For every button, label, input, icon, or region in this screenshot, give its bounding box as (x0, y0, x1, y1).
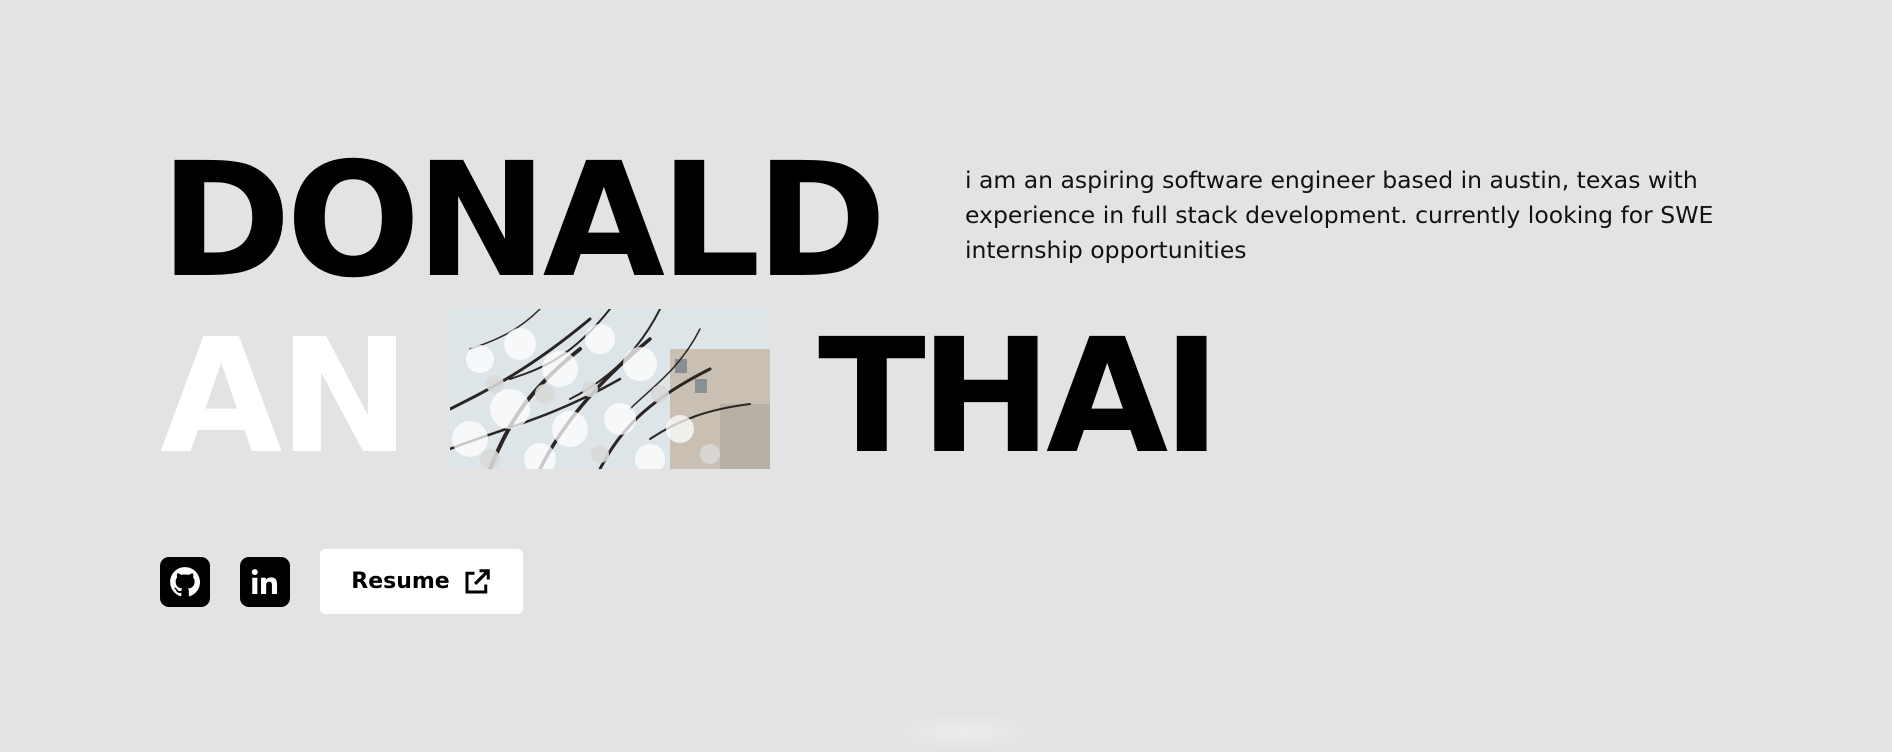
linkedin-icon (248, 565, 282, 599)
github-link[interactable] (160, 556, 210, 607)
name-last: THAI (818, 305, 1221, 489)
scroll-indicator (890, 712, 1040, 752)
external-link-icon (462, 567, 492, 597)
name-first: DONALD (160, 129, 887, 313)
hero-section: DONALD i am an aspiring software enginee… (0, 0, 1892, 752)
resume-label: Resume (351, 569, 450, 594)
name-middle: AN (160, 305, 411, 489)
profile-photo (450, 309, 770, 469)
linkedin-link[interactable] (240, 556, 290, 607)
social-links: Resume (160, 549, 523, 614)
resume-button[interactable]: Resume (320, 549, 523, 614)
github-icon (168, 565, 202, 599)
bio-text: i am an aspiring software engineer based… (965, 166, 1714, 264)
